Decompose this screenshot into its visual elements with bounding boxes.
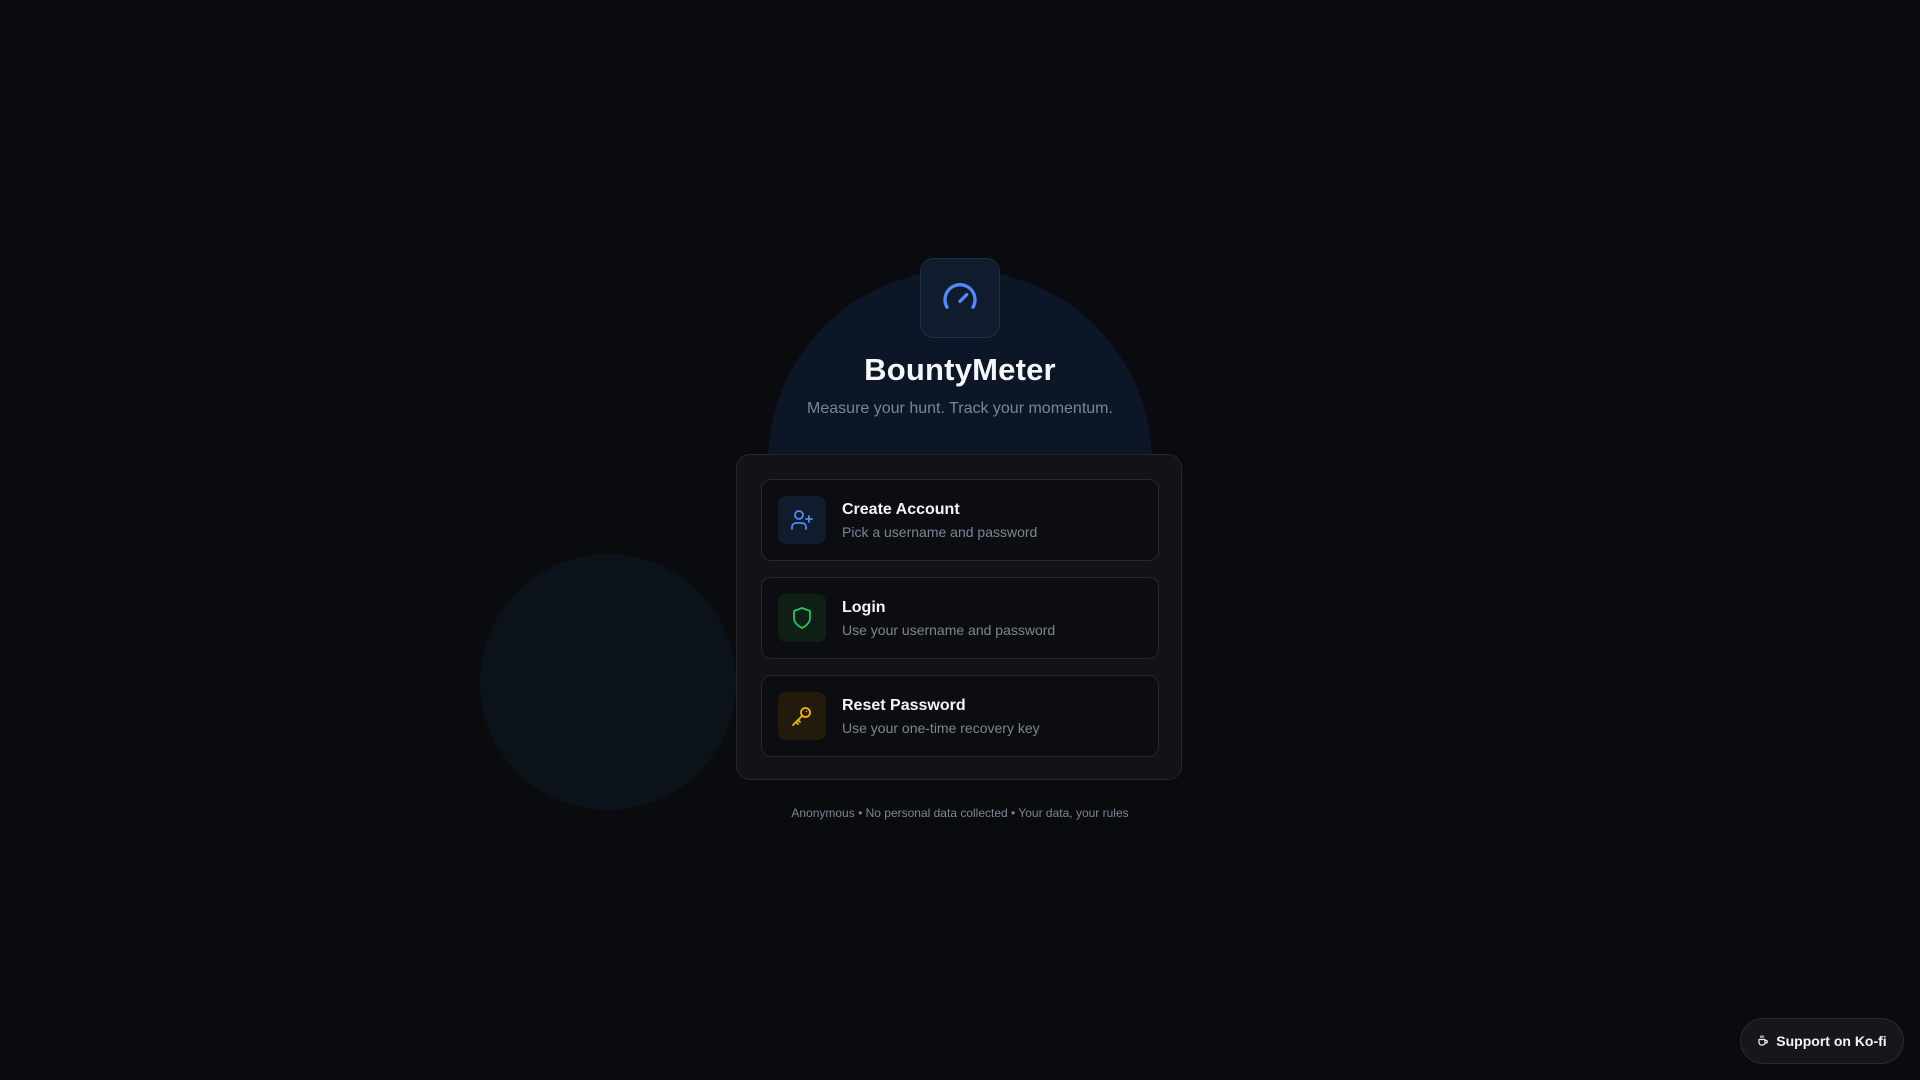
shield-icon — [793, 607, 811, 629]
key-icon — [792, 707, 811, 726]
user-plus-icon — [791, 510, 813, 530]
login-screen: BountyMeter Measure your hunt. Track you… — [0, 0, 1920, 1080]
app-tagline: Measure your hunt. Track your momentum. — [807, 400, 1113, 417]
login-subtitle: Use your username and password — [842, 622, 1056, 638]
reset-password-subtitle: Use your one-time recovery key — [842, 720, 1040, 736]
background-glow-left — [480, 554, 736, 810]
reset-password-icon-tile — [778, 692, 826, 740]
reset-password-title: Reset Password — [842, 697, 966, 714]
app-title: BountyMeter — [864, 352, 1056, 387]
privacy-footer-note: Anonymous • No personal data collected •… — [791, 806, 1129, 820]
login-title: Login — [842, 599, 886, 616]
create-account-icon-tile — [778, 496, 826, 544]
gauge-icon — [943, 283, 977, 309]
support-kofi-button[interactable]: Support on Ko-fi — [1740, 1018, 1904, 1064]
support-kofi-label: Support on Ko-fi — [1776, 1033, 1887, 1049]
create-account-button[interactable]: Create Account Pick a username and passw… — [761, 479, 1159, 561]
create-account-subtitle: Pick a username and password — [842, 524, 1038, 540]
login-button[interactable]: Login Use your username and password — [761, 577, 1159, 659]
coffee-icon — [1758, 1035, 1769, 1046]
reset-password-button[interactable]: Reset Password Use your one-time recover… — [761, 675, 1159, 757]
create-account-title: Create Account — [842, 501, 960, 518]
auth-options-card: Create Account Pick a username and passw… — [736, 454, 1182, 780]
app-logo — [920, 258, 1000, 338]
login-icon-tile — [778, 594, 826, 642]
